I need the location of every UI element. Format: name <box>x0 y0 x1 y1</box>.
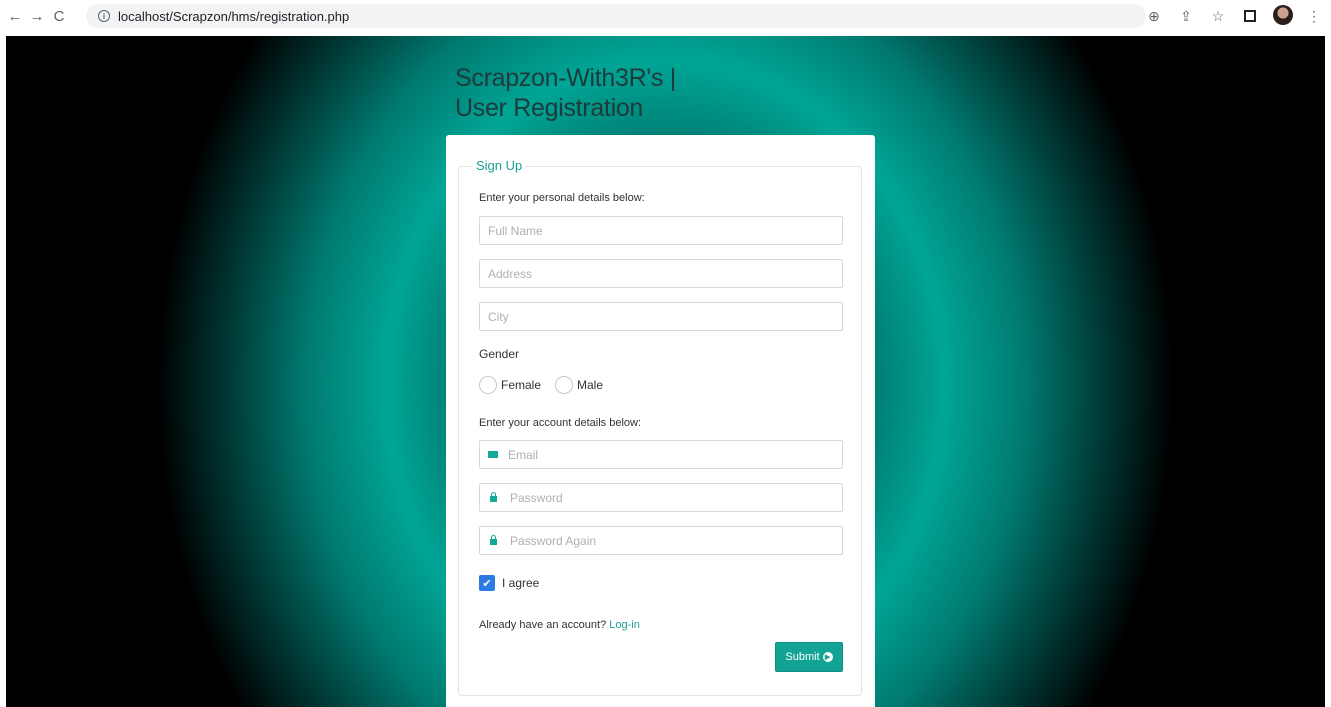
already-account-label: Already have an account? <box>479 619 607 631</box>
share-icon[interactable]: ⇪ <box>1177 8 1195 25</box>
profile-avatar[interactable] <box>1273 5 1293 28</box>
full-name-placeholder: Full Name <box>488 223 543 238</box>
login-link[interactable]: Log-in <box>609 619 640 631</box>
browser-toolbar: ← → C i localhost/Scrapzon/hms/registrat… <box>0 0 1331 33</box>
page-title-line1: Scrapzon-With3R's | <box>455 64 676 92</box>
gender-male-label[interactable]: Male <box>577 378 603 392</box>
gender-radio-group: Female Male <box>479 376 617 394</box>
password-input[interactable]: Password <box>479 483 843 512</box>
back-arrow-icon[interactable]: ← <box>4 8 26 25</box>
signup-fieldset: Sign Up Enter your personal details belo… <box>458 158 862 696</box>
registration-panel: Sign Up Enter your personal details belo… <box>446 135 875 707</box>
gender-label: Gender <box>479 347 520 361</box>
gender-female-radio[interactable] <box>479 376 497 394</box>
agree-label[interactable]: I agree <box>502 576 539 590</box>
signup-legend: Sign Up <box>473 158 526 173</box>
city-input[interactable]: City <box>479 302 843 331</box>
bookmark-star-icon[interactable]: ☆ <box>1209 8 1227 25</box>
reload-icon[interactable]: C <box>48 8 70 25</box>
full-name-input[interactable]: Full Name <box>479 216 843 245</box>
lock-icon <box>490 535 497 545</box>
address-placeholder: Address <box>488 266 533 281</box>
url-text[interactable]: localhost/Scrapzon/hms/registration.php <box>118 9 349 24</box>
envelope-icon <box>488 451 498 458</box>
password-again-placeholder: Password Again <box>510 533 597 548</box>
toolbar-right-icons: ⊕ ⇪ ☆ ⋮ <box>1145 0 1323 33</box>
lock-icon <box>490 492 497 502</box>
personal-details-label: Enter your personal details below: <box>479 192 645 204</box>
agree-row: ✔ I agree <box>479 575 539 591</box>
address-bar[interactable]: i localhost/Scrapzon/hms/registration.ph… <box>86 4 1146 28</box>
address-input[interactable]: Address <box>479 259 843 288</box>
forward-arrow-icon[interactable]: → <box>26 8 48 25</box>
city-placeholder: City <box>488 309 509 324</box>
email-placeholder: Email <box>508 447 539 462</box>
gender-female-label[interactable]: Female <box>501 378 541 392</box>
submit-button[interactable]: Submit ▶ <box>775 642 843 672</box>
agree-checkbox[interactable]: ✔ <box>479 575 495 591</box>
zoom-icon[interactable]: ⊕ <box>1145 8 1163 25</box>
page-viewport: Scrapzon-With3R's | User Registration Si… <box>6 36 1325 707</box>
email-input[interactable]: Email <box>479 440 843 469</box>
submit-label: Submit <box>785 651 820 663</box>
page-title: Scrapzon-With3R's | User Registration <box>455 63 676 123</box>
arrow-circle-right-icon: ▶ <box>822 652 833 662</box>
page-title-line2: User Registration <box>455 94 644 122</box>
site-info-icon[interactable]: i <box>98 10 110 22</box>
already-account-text: Already have an account? Log-in <box>479 619 640 631</box>
side-panel-icon[interactable] <box>1241 9 1259 25</box>
account-details-label: Enter your account details below: <box>479 417 642 429</box>
browser-menu-icon[interactable]: ⋮ <box>1305 8 1323 25</box>
password-placeholder: Password <box>510 490 563 505</box>
password-again-input[interactable]: Password Again <box>479 526 843 555</box>
gender-male-radio[interactable] <box>555 376 574 394</box>
